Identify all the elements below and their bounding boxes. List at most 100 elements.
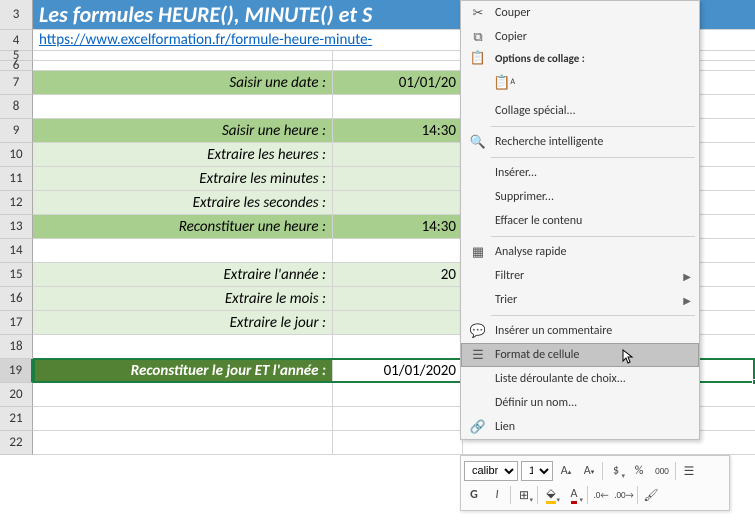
row-header[interactable]: 21 [0, 407, 33, 431]
row-header[interactable]: 10 [0, 143, 33, 167]
row-header[interactable]: 22 [0, 431, 33, 455]
paste-options: 📋A [461, 67, 699, 99]
menu-format-cell[interactable]: ☰ Format de cellule [461, 343, 699, 367]
row-header[interactable]: 15 [0, 263, 33, 287]
menu-label: Format de cellule [489, 348, 691, 362]
cell-value[interactable] [333, 311, 463, 334]
row-header[interactable]: 14 [0, 239, 33, 263]
menu-label: Lien [489, 420, 691, 434]
row-header[interactable]: 8 [0, 95, 33, 119]
separator [637, 486, 638, 504]
row-header[interactable]: 13 [0, 215, 33, 239]
increase-decimal-button[interactable]: .00→ [614, 485, 634, 505]
row-header[interactable]: 16 [0, 287, 33, 311]
row-header[interactable]: 20 [0, 383, 33, 407]
font-select[interactable]: calibri [464, 461, 518, 481]
menu-clear[interactable]: Effacer le contenu [461, 209, 699, 233]
separator [587, 486, 588, 504]
menu-label: Liste déroulante de choix... [489, 372, 691, 386]
accounting-format-button[interactable]: $▾ [606, 461, 626, 481]
font-color-button[interactable]: A▾ [564, 485, 584, 505]
cell-label[interactable]: Extraire le jour : [33, 311, 333, 334]
menu-sort[interactable]: Trier ▶ [461, 288, 699, 312]
row-header[interactable]: 3 [0, 0, 33, 30]
menu-define-name[interactable]: Définir un nom... [461, 391, 699, 415]
separator [602, 462, 603, 480]
menu-insert[interactable]: Insérer... [461, 161, 699, 185]
cell-value[interactable] [333, 191, 463, 214]
cell-label[interactable]: Extraire les minutes : [33, 167, 333, 190]
chevron-right-icon: ▶ [683, 294, 691, 307]
cell-label[interactable]: Extraire les secondes : [33, 191, 333, 214]
percent-format-button[interactable]: % [629, 461, 649, 481]
separator [675, 462, 676, 480]
cell-value[interactable] [333, 167, 463, 190]
cell-label[interactable]: Reconstituer une heure : [33, 215, 333, 238]
menu-dropdown-list[interactable]: Liste déroulante de choix... [461, 367, 699, 391]
menu-label: Analyse rapide [489, 245, 691, 259]
analysis-icon: ▦ [467, 245, 489, 260]
border-button[interactable]: ⊞▾ [514, 485, 534, 505]
row-headers: 3 4 5 6 7 8 9 10 11 12 13 14 15 16 17 18… [0, 0, 33, 455]
cell-label[interactable]: Extraire les heures : [33, 143, 333, 166]
comma-format-button[interactable]: 000 [652, 461, 672, 481]
decrease-font-button[interactable]: A▾ [579, 461, 599, 481]
menu-label: Collage spécial... [489, 104, 691, 118]
merge-button[interactable]: ☰ [679, 461, 699, 481]
menu-cut[interactable]: ✂ Couper [461, 1, 699, 25]
hyperlink[interactable]: https://www.excelformation.fr/formule-he… [33, 30, 378, 50]
menu-smart-lookup[interactable]: 🔍 Recherche intelligente [461, 130, 699, 154]
decrease-decimal-button[interactable]: .0← [591, 485, 611, 505]
menu-label: Supprimer... [489, 190, 691, 204]
separator [510, 486, 511, 504]
cell-value[interactable]: 01/01/20 [333, 71, 463, 94]
cell-label[interactable]: Extraire l'année : [33, 263, 333, 286]
cell-value[interactable]: 14:30 [333, 119, 463, 142]
scissors-icon: ✂ [467, 6, 489, 21]
menu-separator [491, 236, 695, 237]
menu-filter[interactable]: Filtrer ▶ [461, 264, 699, 288]
fill-color-button[interactable]: ⬙▾ [541, 485, 561, 505]
cell-label[interactable]: Saisir une date : [33, 71, 333, 94]
cell-value[interactable]: 14:30 [333, 215, 463, 238]
format-painter-button[interactable]: 🖌 [641, 485, 661, 505]
row-header[interactable]: 17 [0, 311, 33, 335]
chevron-right-icon: ▶ [683, 270, 691, 283]
cell-label[interactable]: Saisir une heure : [33, 119, 333, 142]
cell-value[interactable] [333, 143, 463, 166]
menu-delete[interactable]: Supprimer... [461, 185, 699, 209]
menu-paste-header: 📋 Options de collage : [461, 49, 699, 67]
menu-copy[interactable]: ⧉ Copier [461, 25, 699, 49]
row-header[interactable]: 6 [0, 61, 33, 71]
menu-quick-analysis[interactable]: ▦ Analyse rapide [461, 240, 699, 264]
menu-paste-special[interactable]: Collage spécial... [461, 99, 699, 123]
paste-option-all[interactable]: 📋A [491, 69, 517, 95]
row-header[interactable]: 11 [0, 167, 33, 191]
context-menu: ✂ Couper ⧉ Copier 📋 Options de collage :… [460, 0, 700, 440]
mini-toolbar: calibri 11 A▴ A▾ $▾ % 000 ☰ G I ⊞▾ ⬙▾ A▾… [460, 455, 730, 511]
cell-label[interactable]: Reconstituer le jour ET l'année : [33, 359, 333, 382]
menu-label: Copier [489, 30, 691, 44]
menu-separator [491, 157, 695, 158]
italic-button[interactable]: I [487, 485, 507, 505]
bold-button[interactable]: G [464, 485, 484, 505]
font-size-select[interactable]: 11 [521, 461, 553, 481]
cell-label[interactable]: Extraire le mois : [33, 287, 333, 310]
cell-value[interactable] [333, 287, 463, 310]
row-header[interactable]: 19 [0, 359, 33, 383]
menu-link[interactable]: 🔗 Lien [461, 415, 699, 439]
separator [537, 486, 538, 504]
menu-label: Effacer le contenu [489, 214, 691, 228]
page-title[interactable]: Les formules HEURE(), MINUTE() et S [33, 0, 378, 29]
row-header[interactable]: 12 [0, 191, 33, 215]
cell-value[interactable]: 01/01/2020 [333, 359, 463, 382]
menu-label: Filtrer [489, 269, 683, 283]
menu-insert-comment[interactable]: 💬 Insérer un commentaire [461, 319, 699, 343]
row-header[interactable]: 9 [0, 119, 33, 143]
menu-label: Insérer... [489, 166, 691, 180]
row-header[interactable]: 7 [0, 71, 33, 95]
cell-value[interactable]: 20 [333, 263, 463, 286]
menu-separator [491, 126, 695, 127]
increase-font-button[interactable]: A▴ [556, 461, 576, 481]
row-header[interactable]: 18 [0, 335, 33, 359]
